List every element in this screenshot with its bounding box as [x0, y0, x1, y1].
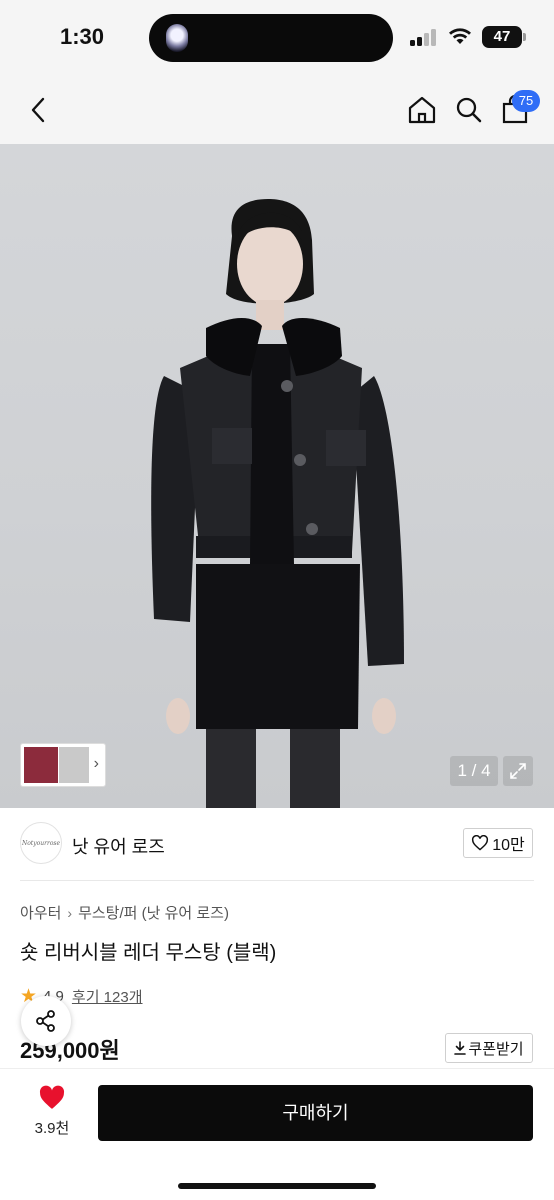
back-icon[interactable]: [20, 92, 56, 128]
buy-button[interactable]: 구매하기: [98, 1085, 533, 1141]
home-indicator: [178, 1183, 376, 1189]
thumbnail-image[interactable]: [24, 747, 58, 783]
image-counter: 1 / 4: [450, 756, 498, 786]
divider: [20, 880, 534, 881]
thumbnail-image[interactable]: [59, 747, 89, 783]
flashlight-indicator-icon: [166, 24, 188, 52]
coupon-button[interactable]: 쿠폰받기: [445, 1033, 533, 1063]
wishlist-count: 3.9천: [34, 1120, 70, 1137]
wishlist-button[interactable]: 3.9천: [22, 1085, 82, 1141]
status-bar: 1:30 47: [0, 0, 554, 80]
cellular-signal-icon: [410, 28, 440, 46]
top-nav-bar: [0, 80, 554, 144]
product-photo: [151, 199, 404, 808]
brand-like-count: 10만: [492, 837, 525, 854]
breadcrumb-item[interactable]: 아우터: [20, 902, 61, 923]
product-title: 숏 리버시블 레더 무스탕 (블랙): [20, 942, 277, 964]
share-icon: [36, 1010, 55, 1032]
breadcrumb: 아우터 › 무스탕/퍼 (낫 유어 로즈): [20, 902, 229, 923]
heart-icon: [39, 1085, 65, 1109]
brand-logo[interactable]: Notyourrose: [20, 822, 62, 864]
battery-indicator: 47: [482, 26, 526, 48]
brand-name[interactable]: 낫 유어 로즈: [72, 833, 165, 859]
thumbnail-strip[interactable]: ›: [20, 743, 106, 787]
cart-count-badge: 75: [512, 90, 540, 112]
bottom-action-bar: 3.9천 구매하기: [0, 1068, 554, 1200]
expand-icon[interactable]: [503, 756, 533, 786]
coupon-label: 쿠폰받기: [468, 1040, 524, 1058]
reviews-link[interactable]: 후기 123개: [72, 986, 143, 1007]
home-icon[interactable]: [404, 92, 440, 128]
chevron-right-icon: ›: [93, 755, 99, 772]
chevron-right-icon: ›: [67, 904, 73, 921]
brand-row: Notyourrose 낫 유어 로즈 10만: [0, 808, 554, 880]
wifi-icon: [447, 24, 473, 46]
share-button[interactable]: [21, 996, 71, 1046]
dynamic-island: [149, 14, 393, 62]
product-image-gallery[interactable]: › 1 / 4: [0, 144, 554, 808]
status-time: 1:30: [60, 24, 105, 49]
search-icon[interactable]: [451, 92, 487, 128]
download-icon: [454, 1041, 467, 1055]
brand-like-button[interactable]: 10만: [463, 828, 533, 858]
breadcrumb-item[interactable]: 무스탕/퍼 (낫 유어 로즈): [78, 902, 229, 923]
heart-outline-icon: [472, 835, 489, 851]
